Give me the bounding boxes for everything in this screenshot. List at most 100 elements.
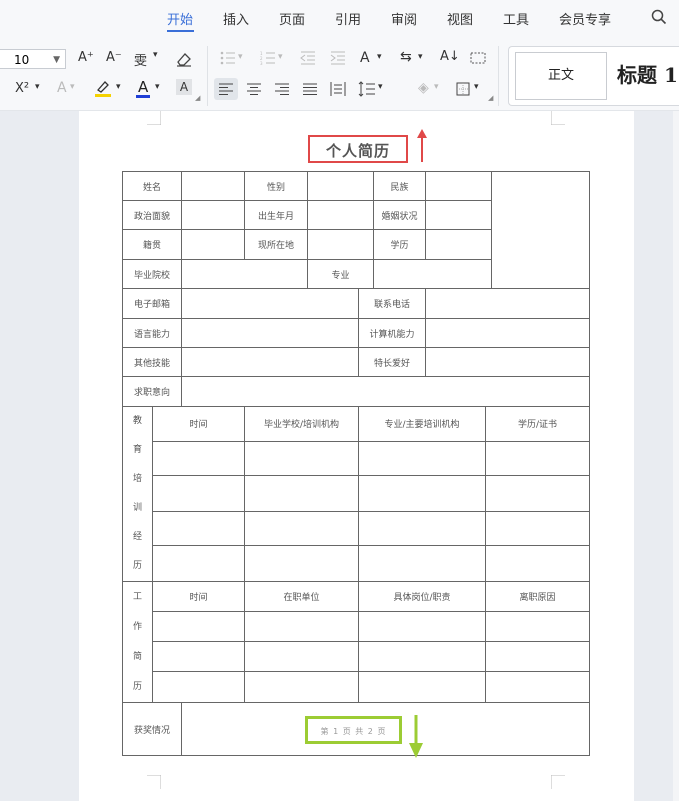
edu-cell[interactable] [244,440,360,477]
work-cell[interactable] [358,610,487,643]
value-cell-gender[interactable] [307,171,375,201]
value-cell-phone[interactable] [425,288,591,319]
value-cell-ethnicity[interactable] [425,171,493,201]
align-left-button[interactable] [214,78,238,100]
work-cell[interactable] [151,671,246,703]
shrink-font-icon[interactable]: A⁻ [106,50,122,65]
edu-cell[interactable] [485,440,591,477]
value-cell-other-skills[interactable] [181,347,360,377]
edu-cell[interactable] [485,510,591,547]
char-shading-icon[interactable]: A [176,79,192,95]
shading-fill-icon[interactable]: ◈ [418,80,429,96]
menu-tab-reference[interactable]: 引用 [335,9,361,28]
chevron-down-icon[interactable]: ▾ [116,82,121,92]
increase-indent-icon[interactable] [330,51,346,65]
menu-tab-tools[interactable]: 工具 [503,9,529,28]
grow-font-icon[interactable]: A⁺ [78,50,94,65]
edu-cell[interactable] [358,545,487,582]
edu-cell[interactable] [358,440,487,477]
style-normal-button[interactable]: 正文 [515,52,607,100]
edu-cell[interactable] [244,475,360,512]
work-cell[interactable] [358,671,487,703]
chevron-down-icon[interactable]: ▾ [35,82,40,92]
work-cell[interactable] [485,671,591,703]
chevron-down-icon[interactable]: ▾ [153,50,158,60]
work-cell[interactable] [244,671,360,703]
bullet-list-icon[interactable] [220,51,236,65]
chevron-down-icon[interactable]: ▾ [155,82,160,92]
value-cell-school[interactable] [181,259,309,289]
value-cell-major[interactable] [373,259,493,289]
style-heading1-button[interactable]: 标题 1 [617,59,678,88]
superscript-icon[interactable]: X² [15,81,29,96]
work-cell[interactable] [485,610,591,643]
edu-cell[interactable] [358,475,487,512]
justify-icon[interactable] [302,83,318,95]
line-spacing-icon[interactable] [358,81,376,97]
menu-tab-review[interactable]: 审阅 [391,9,417,28]
distributed-align-icon[interactable] [330,81,346,97]
highlight-pen-icon[interactable] [94,78,112,98]
photo-cell[interactable] [491,171,591,289]
numbered-list-icon[interactable]: 123 [260,51,276,65]
value-cell-email[interactable] [181,288,360,319]
borders-icon[interactable] [456,82,470,96]
edu-cell[interactable] [151,475,246,512]
sort-icon[interactable]: A↓ [440,49,460,64]
value-cell-political-status[interactable] [181,200,246,230]
document-page[interactable]: 个人简历 姓名 性别 民族 政治面貌 出生年月 婚姻状况 籍贯 现所在地 学历 … [79,111,634,801]
chevron-down-icon[interactable]: ▾ [70,82,75,92]
phonetic-guide-icon[interactable]: 雯 [134,50,147,69]
value-cell-residence[interactable] [307,229,375,260]
edu-cell[interactable] [485,545,591,582]
chevron-down-icon[interactable]: ▾ [377,52,382,62]
search-icon[interactable] [651,9,667,25]
work-cell[interactable] [151,641,246,673]
edu-cell[interactable] [358,510,487,547]
value-cell-education[interactable] [425,229,493,260]
menu-tab-view[interactable]: 视图 [447,9,473,28]
menu-tab-home[interactable]: 开始 [167,9,193,28]
menu-tab-member[interactable]: 会员专享 [559,9,611,28]
value-cell-marital-status[interactable] [425,200,493,230]
chevron-down-icon[interactable]: ▾ [238,52,243,62]
work-cell[interactable] [485,641,591,673]
value-cell-language[interactable] [181,318,360,348]
chevron-down-icon[interactable]: ▾ [418,52,423,62]
work-cell[interactable] [244,641,360,673]
edu-cell[interactable] [244,510,360,547]
eraser-icon[interactable] [175,51,193,67]
decrease-indent-icon[interactable] [300,51,316,65]
value-cell-name[interactable] [181,171,246,201]
value-cell-computer[interactable] [425,318,591,348]
edu-cell[interactable] [485,475,591,512]
menu-tab-page[interactable]: 页面 [279,9,305,28]
show-marks-icon[interactable] [470,52,486,64]
edu-cell[interactable] [244,545,360,582]
work-cell[interactable] [244,610,360,643]
menu-tab-insert[interactable]: 插入 [223,9,249,28]
chevron-down-icon[interactable]: ▾ [474,82,479,92]
char-scale-icon[interactable]: A [360,50,370,66]
chevron-down-icon[interactable]: ▾ [434,82,439,92]
value-cell-hobbies[interactable] [425,347,591,377]
value-cell-job-intention[interactable] [181,376,591,407]
font-size-select[interactable]: 10 ▼ [0,49,66,69]
text-direction-icon[interactable]: ⇆ [400,49,412,65]
work-cell[interactable] [151,610,246,643]
edu-cell[interactable] [151,440,246,477]
align-center-icon[interactable] [246,83,262,95]
value-cell-birth-date[interactable] [307,200,375,230]
edu-cell[interactable] [151,510,246,547]
value-cell-hometown[interactable] [181,229,246,260]
expand-corner-icon[interactable]: ◢ [195,94,200,102]
work-cell[interactable] [358,641,487,673]
page-number-footer[interactable]: 第 1 页 共 2 页 [308,726,399,737]
expand-corner-icon[interactable]: ◢ [488,94,493,102]
align-right-icon[interactable] [274,83,290,95]
chevron-down-icon[interactable]: ▾ [378,82,383,92]
resume-title[interactable]: 个人简历 [310,140,406,161]
text-effect-icon[interactable]: A [57,80,67,96]
chevron-down-icon[interactable]: ▾ [278,52,283,62]
edu-cell[interactable] [151,545,246,582]
